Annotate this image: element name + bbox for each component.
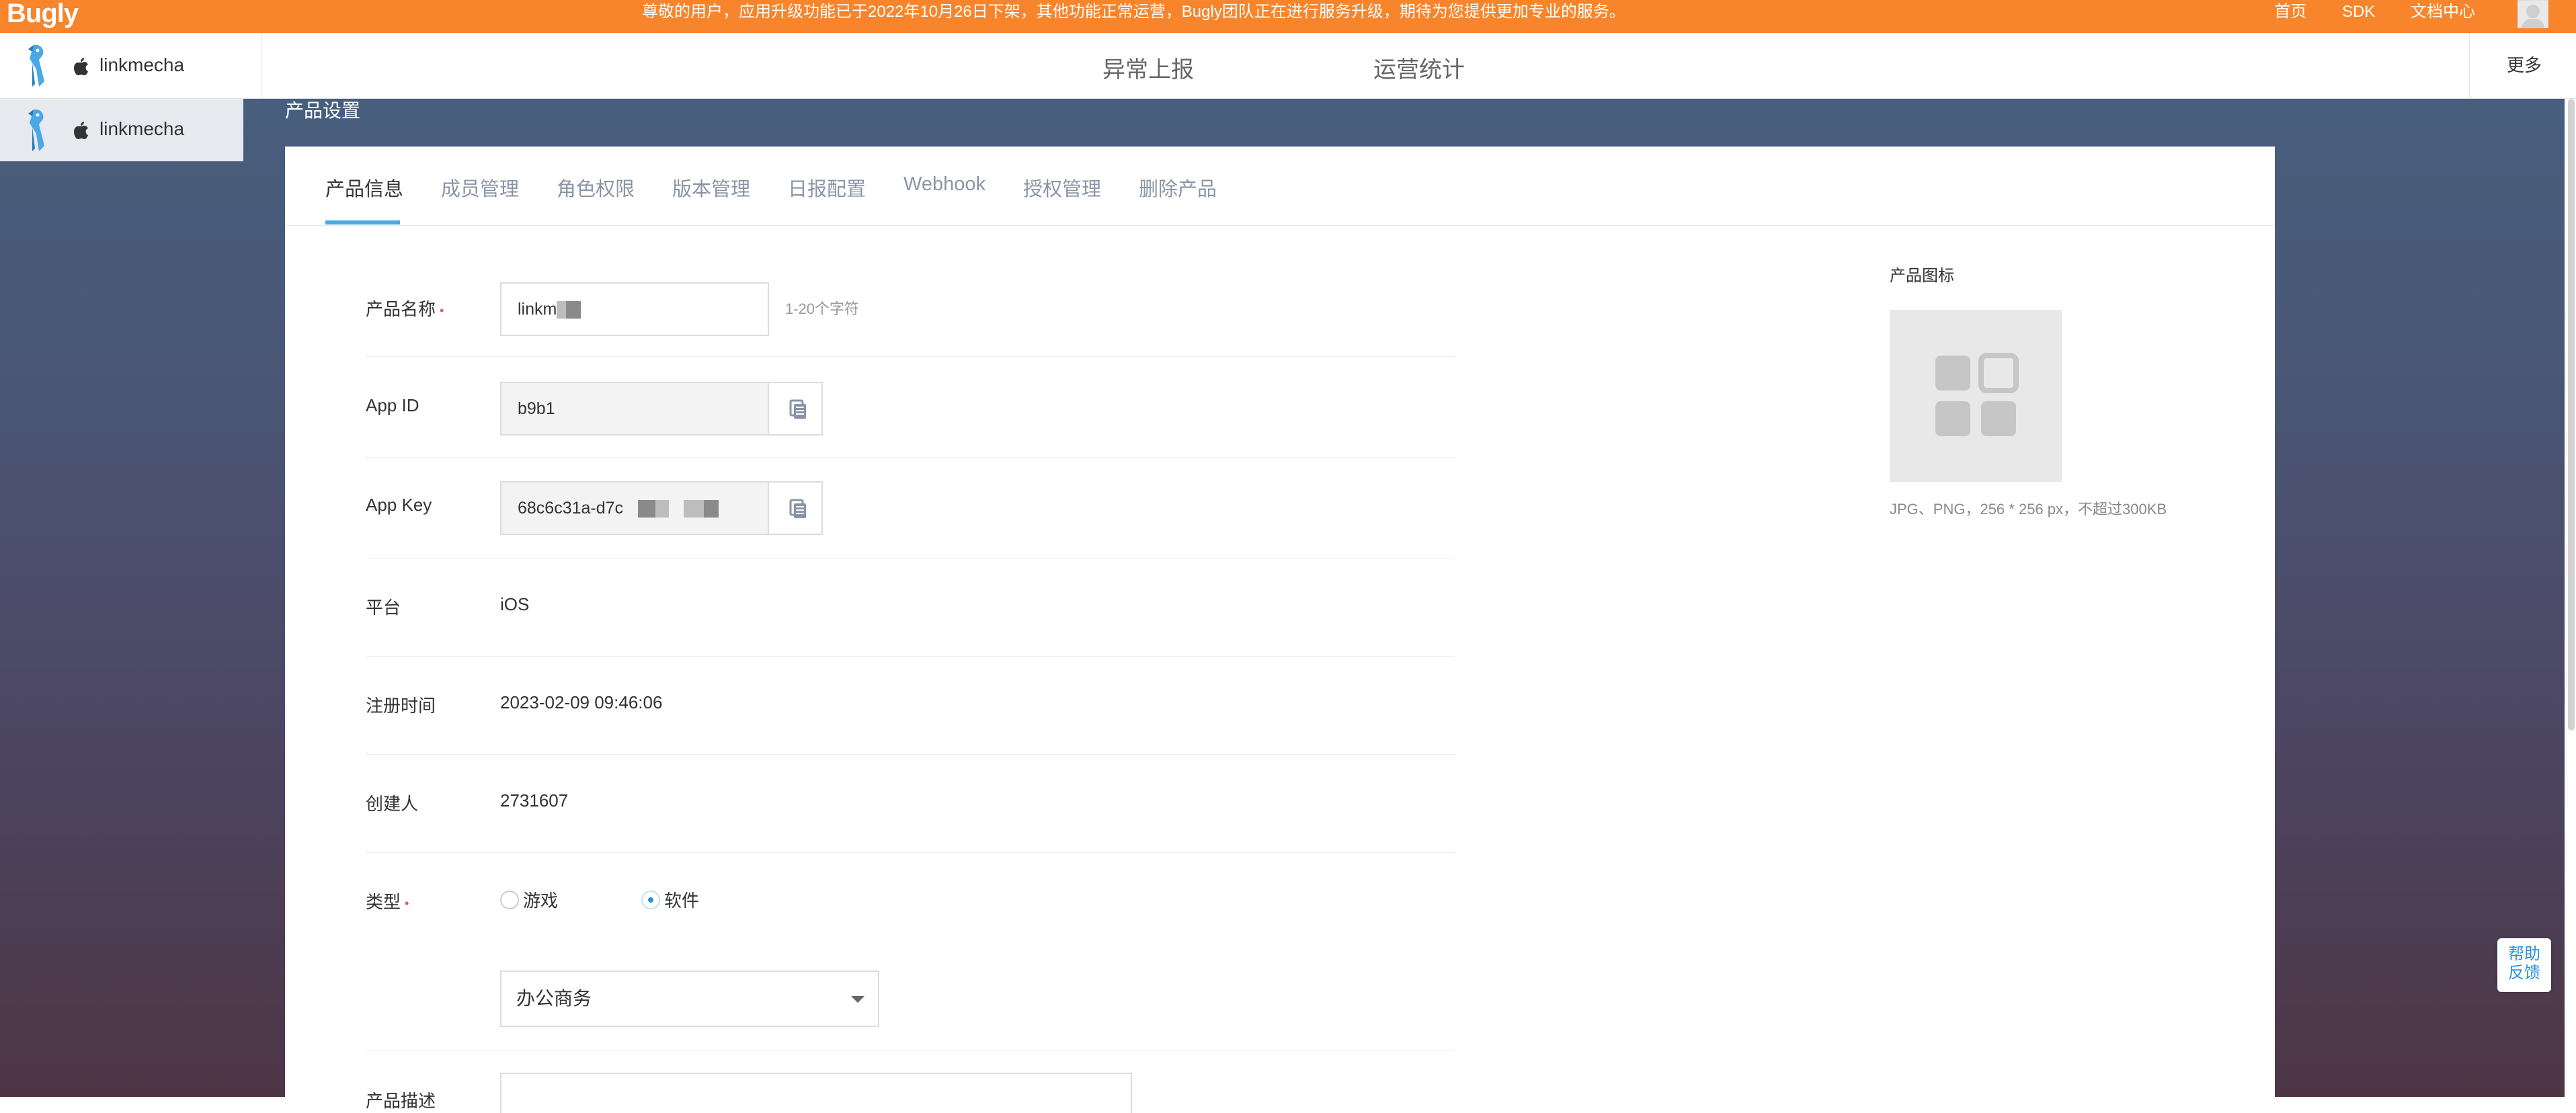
help-label: 帮助 [2508, 945, 2540, 963]
top-links: 首页 SDK 文档中心 [2243, 0, 2475, 24]
feedback-label: 反馈 [2508, 964, 2540, 982]
notice-text: 尊敬的用户，应用升级功能已于2022年10月26日下架，其他功能正常运营，Bug… [642, 3, 1625, 21]
app-name: linkmecha [99, 54, 185, 75]
tab-daily-report[interactable]: 日报配置 [788, 173, 866, 202]
platform-label: 平台 [366, 597, 401, 618]
nav-operation-stats[interactable]: 运营统计 [1373, 51, 1465, 84]
creator-label: 创建人 [366, 794, 419, 814]
game-radio[interactable] [500, 890, 519, 909]
tab-members[interactable]: 成员管理 [441, 173, 519, 202]
sidebar-app-name: linkmecha [99, 118, 185, 139]
product-icon-note: JPG、PNG，256 * 256 px，不超过300KB [1890, 501, 2167, 518]
sdk-link[interactable]: SDK [2342, 3, 2375, 21]
docs-link[interactable]: 文档中心 [2411, 3, 2475, 21]
creator-value: 2731607 [500, 790, 569, 811]
divider [366, 852, 1455, 853]
product-name-hint: 1-20个字符 [785, 300, 860, 317]
more-menu[interactable]: 更多 [2469, 33, 2576, 98]
app-placeholder-icon [1935, 353, 2019, 436]
platform-value: iOS [500, 594, 530, 614]
divider [366, 656, 1455, 657]
category-select[interactable]: 办公商务 [500, 971, 879, 1027]
software-radio[interactable] [641, 890, 660, 909]
tab-authorization[interactable]: 授权管理 [1023, 173, 1101, 202]
register-time-value: 2023-02-09 09:46:06 [500, 692, 663, 712]
scrollbar-thumb[interactable] [2568, 99, 2575, 731]
copy-icon [789, 399, 806, 419]
product-name-input[interactable]: linkm [500, 282, 769, 336]
home-link[interactable]: 首页 [2274, 3, 2306, 21]
page-title: 产品设置 [285, 100, 361, 121]
product-icon-upload[interactable] [1890, 310, 2062, 482]
register-time-label: 注册时间 [366, 696, 436, 716]
divider [366, 754, 1455, 755]
bugly-bird-icon [28, 109, 44, 151]
game-radio-label: 游戏 [523, 891, 559, 911]
settings-card: 产品信息 成员管理 角色权限 版本管理 日报配置 Webhook 授权管理 删除… [285, 147, 2275, 1113]
avatar[interactable] [2518, 0, 2548, 28]
copy-app-id-button[interactable] [768, 382, 823, 436]
divider [366, 558, 1455, 559]
top-notice-bar: Bugly 尊敬的用户，应用升级功能已于2022年10月26日下架，其他功能正常… [0, 0, 2576, 33]
redacted-block [684, 500, 705, 518]
apple-icon [74, 58, 88, 75]
main-navbar: linkmecha 异常上报 运营统计 更多 [0, 33, 2576, 99]
divider [366, 356, 1455, 357]
bugly-logo[interactable]: Bugly [7, 0, 79, 33]
type-option-software[interactable]: 软件 [641, 887, 699, 912]
description-textarea[interactable] [500, 1073, 1132, 1113]
app-key-label: App Key [366, 495, 432, 515]
sidebar-item-app[interactable]: linkmecha [0, 99, 243, 161]
tab-role-permissions[interactable]: 角色权限 [557, 173, 635, 202]
active-tab-indicator [325, 220, 400, 224]
redacted-block [557, 301, 567, 319]
product-name-label: 产品名称 • [366, 299, 444, 319]
app-id-field[interactable]: b9b1 [500, 382, 769, 436]
copy-app-key-button[interactable] [768, 481, 823, 535]
tab-product-info[interactable]: 产品信息 [325, 173, 403, 202]
tab-versions[interactable]: 版本管理 [672, 173, 750, 202]
help-feedback-button[interactable]: 帮助 反馈 [2497, 938, 2551, 992]
type-label: 类型 • [366, 892, 409, 912]
tab-delete-product[interactable]: 删除产品 [1139, 173, 1217, 202]
redacted-block [704, 500, 719, 518]
category-selected-value: 办公商务 [516, 988, 592, 1009]
tab-webhook[interactable]: Webhook [903, 173, 985, 196]
bugly-bird-icon [28, 44, 44, 87]
copy-icon [789, 499, 806, 518]
type-option-game[interactable]: 游戏 [500, 887, 558, 912]
redacted-block [655, 500, 670, 518]
software-radio-label: 软件 [664, 891, 700, 911]
redacted-block [638, 500, 656, 518]
divider [366, 457, 1455, 458]
product-icon-title: 产品图标 [1890, 267, 1954, 285]
app-selector[interactable]: linkmecha [0, 33, 262, 98]
app-key-field[interactable]: 68c6c31a-d7c [500, 481, 769, 535]
app-id-label: App ID [366, 395, 419, 415]
apple-icon [74, 122, 88, 139]
tab-bar: 产品信息 成员管理 角色权限 版本管理 日报配置 Webhook 授权管理 删除… [285, 147, 2275, 226]
dropdown-arrow-icon [851, 996, 864, 1003]
redacted-block [566, 301, 581, 319]
description-label: 产品描述 [366, 1091, 436, 1111]
nav-crash-report[interactable]: 异常上报 [1102, 51, 1194, 84]
